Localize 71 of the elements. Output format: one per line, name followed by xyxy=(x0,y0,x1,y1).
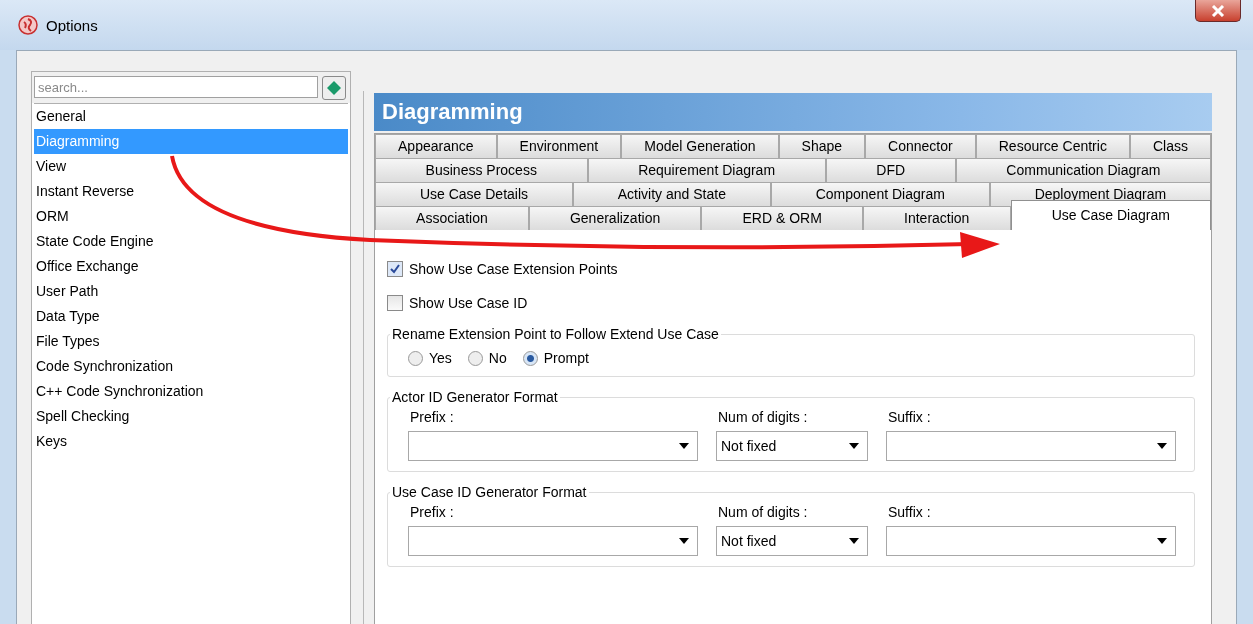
tab[interactable]: Model Generation xyxy=(621,134,779,158)
page-header: Diagramming xyxy=(374,93,1212,131)
dropdown-caret-icon xyxy=(679,443,689,449)
window-title: Options xyxy=(46,16,98,34)
tab[interactable]: Generalization xyxy=(528,206,702,230)
checkbox[interactable] xyxy=(387,261,403,277)
dropdown-field[interactable]: Not fixed xyxy=(716,431,868,461)
category-item[interactable]: General xyxy=(34,104,348,129)
category-item[interactable]: File Types xyxy=(34,329,348,354)
tab[interactable]: Class xyxy=(1129,134,1211,158)
tab[interactable]: Connector xyxy=(865,134,976,158)
field-label: Prefix : xyxy=(409,504,455,520)
tab[interactable]: Component Diagram xyxy=(770,182,990,206)
category-item[interactable]: Office Exchange xyxy=(34,254,348,279)
group-title: Rename Extension Point to Follow Extend Use Case xyxy=(391,326,720,342)
tab[interactable]: DFD xyxy=(825,158,956,182)
category-item[interactable]: State Code Engine xyxy=(34,229,348,254)
category-item[interactable]: View xyxy=(34,154,348,179)
field-label: Prefix : xyxy=(409,409,455,425)
dropdown-field[interactable] xyxy=(408,526,698,556)
checkbox-label: Show Use Case ID xyxy=(409,295,528,311)
tab[interactable]: Use Case Diagram xyxy=(1010,200,1212,231)
tab[interactable]: Requirement Diagram xyxy=(587,158,826,182)
tab[interactable]: Communication Diagram xyxy=(955,158,1211,182)
category-item[interactable]: Data Type xyxy=(34,304,348,329)
tab[interactable]: Environment xyxy=(496,134,622,158)
category-item[interactable]: Instant Reverse xyxy=(34,179,348,204)
tab[interactable]: ERD & ORM xyxy=(701,206,863,230)
group-title: Actor ID Generator Format xyxy=(391,389,559,405)
category-item[interactable]: Spell Checking xyxy=(34,404,348,429)
tab[interactable]: Business Process xyxy=(375,158,588,182)
close-button[interactable] xyxy=(1195,0,1241,22)
radio-button[interactable] xyxy=(522,350,538,366)
close-icon xyxy=(1211,4,1225,17)
category-item[interactable]: User Path xyxy=(34,279,348,304)
radio-label: Prompt xyxy=(543,350,589,366)
dropdown-caret-icon xyxy=(849,538,859,544)
dropdown-caret-icon xyxy=(849,443,859,449)
tab[interactable]: Shape xyxy=(778,134,866,158)
field-label: Suffix : xyxy=(887,409,932,425)
dropdown-caret-icon xyxy=(1157,538,1167,544)
dropdown-field[interactable]: Not fixed xyxy=(716,526,868,556)
tab[interactable]: Association xyxy=(375,206,529,230)
dropdown-field[interactable] xyxy=(886,526,1176,556)
tab[interactable]: Resource Centric xyxy=(975,134,1130,158)
diamond-icon xyxy=(326,80,342,96)
category-item[interactable]: ORM xyxy=(34,204,348,229)
radio-label: Yes xyxy=(429,350,452,366)
radio-button[interactable] xyxy=(467,350,483,366)
checkbox-label: Show Use Case Extension Points xyxy=(409,261,618,277)
app-logo-icon xyxy=(18,15,38,35)
radio-button[interactable] xyxy=(408,350,423,366)
tab[interactable]: Appearance xyxy=(375,134,497,158)
checkbox[interactable] xyxy=(387,295,403,311)
category-item[interactable]: C++ Code Synchronization xyxy=(34,379,348,404)
group-title: Use Case ID Generator Format xyxy=(391,484,588,500)
tab[interactable]: Use Case Details xyxy=(375,182,573,206)
category-item[interactable]: Code Synchronization xyxy=(34,354,348,379)
dropdown-field[interactable] xyxy=(408,431,698,461)
search-field[interactable]: search... xyxy=(34,76,318,98)
dropdown-field[interactable] xyxy=(886,431,1176,461)
search-button[interactable] xyxy=(322,76,346,100)
field-label: Num of digits : xyxy=(717,409,809,425)
radio-label: No xyxy=(488,350,507,366)
dropdown-caret-icon xyxy=(1157,443,1167,449)
category-item[interactable]: Keys xyxy=(34,429,348,454)
tab[interactable]: Activity and State xyxy=(572,182,771,206)
field-label: Num of digits : xyxy=(717,504,809,520)
field-label: Suffix : xyxy=(887,504,932,520)
dropdown-caret-icon xyxy=(679,538,689,544)
tab[interactable]: Interaction xyxy=(862,206,1011,230)
